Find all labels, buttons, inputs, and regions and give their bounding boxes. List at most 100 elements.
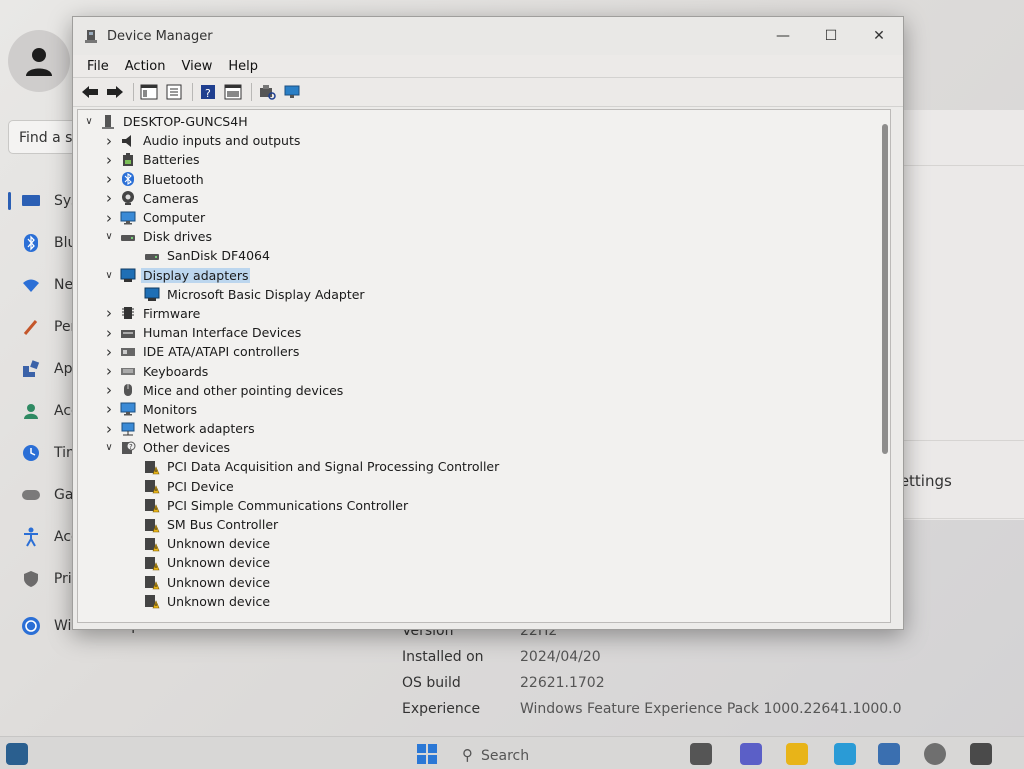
widgets-icon[interactable] bbox=[6, 743, 28, 765]
chevron-down-icon[interactable]: ∨ bbox=[102, 270, 116, 281]
mouse-icon bbox=[120, 382, 136, 398]
vertical-scrollbar[interactable] bbox=[882, 124, 888, 454]
bluetooth-icon bbox=[20, 232, 42, 254]
gaming-icon bbox=[20, 484, 42, 506]
tree-item[interactable]: › Human Interface Devices bbox=[78, 323, 878, 342]
tree-item[interactable]: PCI Data Acquisition and Signal Processi… bbox=[78, 457, 878, 476]
chevron-right-icon[interactable]: › bbox=[102, 209, 116, 227]
tree-item[interactable]: ∨ Display adapters bbox=[78, 266, 878, 285]
nav-item-accessibility[interactable]: Acc bbox=[0, 516, 80, 558]
menu-action[interactable]: Action bbox=[117, 59, 174, 74]
taskbar-search[interactable]: ⚲ Search bbox=[462, 743, 612, 767]
menu-view[interactable]: View bbox=[173, 59, 220, 74]
chevron-down-icon[interactable]: ∨ bbox=[102, 231, 116, 242]
properties-button[interactable] bbox=[163, 81, 185, 103]
tree-item[interactable]: › IDE ATA/ATAPI controllers bbox=[78, 342, 878, 361]
tree-item[interactable]: Unknown device bbox=[78, 573, 878, 592]
tree-item-label: Computer bbox=[143, 210, 206, 226]
chevron-right-icon[interactable]: › bbox=[102, 189, 116, 207]
nav-item-bluetooth[interactable]: Blu bbox=[0, 222, 80, 264]
start-icon[interactable] bbox=[416, 743, 438, 765]
tree-item[interactable]: › Mice and other pointing devices bbox=[78, 381, 878, 400]
nav-item-network[interactable]: Ne bbox=[0, 264, 80, 306]
tree-item[interactable]: PCI Device bbox=[78, 477, 878, 496]
show-hide-console-tree-button[interactable] bbox=[138, 81, 160, 103]
tree-item[interactable]: ∨ Disk drives bbox=[78, 227, 878, 246]
display-adapter-icon bbox=[144, 286, 160, 302]
tree-item-label: Firmware bbox=[143, 305, 201, 321]
tree-item[interactable]: › Monitors bbox=[78, 400, 878, 419]
tree-item[interactable]: Unknown device bbox=[78, 534, 878, 553]
store-icon[interactable] bbox=[878, 743, 900, 765]
chevron-right-icon[interactable]: › bbox=[102, 304, 116, 322]
forward-button[interactable] bbox=[104, 81, 126, 103]
toolbar: ? bbox=[73, 77, 903, 107]
tree-item[interactable]: ∨? Other devices bbox=[78, 438, 878, 457]
settings-gear-icon[interactable] bbox=[924, 743, 946, 765]
tree-item[interactable]: SM Bus Controller bbox=[78, 515, 878, 534]
help-button[interactable]: ? bbox=[197, 81, 219, 103]
scan-hardware-button[interactable] bbox=[256, 81, 278, 103]
tree-item[interactable]: PCI Simple Communications Controller bbox=[78, 496, 878, 515]
minimize-button[interactable]: — bbox=[759, 17, 807, 55]
chevron-right-icon[interactable]: › bbox=[102, 420, 116, 438]
disk-icon bbox=[144, 248, 160, 264]
title-bar[interactable]: Device Manager — ☐ ✕ bbox=[73, 17, 903, 55]
tree-item-label: PCI Simple Communications Controller bbox=[167, 497, 409, 513]
chevron-right-icon[interactable]: › bbox=[102, 170, 116, 188]
nav-item-gaming[interactable]: Ga bbox=[0, 474, 80, 516]
tree-item[interactable]: › Network adapters bbox=[78, 419, 878, 438]
tree-item[interactable]: ∨ DESKTOP-GUNCS4H bbox=[78, 112, 878, 131]
tree-item[interactable]: › Firmware bbox=[78, 304, 878, 323]
view-button[interactable] bbox=[222, 81, 244, 103]
close-button[interactable]: ✕ bbox=[855, 17, 903, 55]
tree-item[interactable]: › Bluetooth bbox=[78, 170, 878, 189]
chevron-right-icon[interactable]: › bbox=[102, 151, 116, 169]
tree-item[interactable]: › Audio inputs and outputs bbox=[78, 131, 878, 150]
tree-item[interactable]: › Cameras bbox=[78, 189, 878, 208]
task-view-icon[interactable] bbox=[690, 743, 712, 765]
tree-item-label: Disk drives bbox=[143, 229, 212, 245]
nav-item-time[interactable]: Tim bbox=[0, 432, 80, 474]
tree-item-label: PCI Device bbox=[167, 478, 234, 494]
svg-text:?: ? bbox=[129, 443, 133, 451]
chevron-right-icon[interactable]: › bbox=[102, 362, 116, 380]
nav-item-system[interactable]: Sys bbox=[0, 180, 80, 222]
nav-item-personalization[interactable]: Per bbox=[0, 306, 80, 348]
monitor-button[interactable] bbox=[281, 81, 303, 103]
back-button[interactable] bbox=[79, 81, 101, 103]
chevron-right-icon[interactable]: › bbox=[102, 343, 116, 361]
chevron-right-icon[interactable]: › bbox=[102, 400, 116, 418]
tree-item[interactable]: Microsoft Basic Display Adapter bbox=[78, 285, 878, 304]
tree-item-label: IDE ATA/ATAPI controllers bbox=[143, 344, 300, 360]
divider bbox=[890, 165, 1024, 166]
back-arrow-icon bbox=[82, 86, 98, 98]
chevron-down-icon[interactable]: ∨ bbox=[102, 442, 116, 453]
toolbar-separator bbox=[192, 83, 193, 101]
chevron-right-icon[interactable]: › bbox=[102, 381, 116, 399]
device-manager-icon bbox=[83, 28, 99, 44]
teams-icon[interactable] bbox=[740, 743, 762, 765]
menu-help[interactable]: Help bbox=[220, 59, 266, 74]
bluetooth-icon bbox=[120, 171, 136, 187]
tree-item[interactable]: › Computer bbox=[78, 208, 878, 227]
nav-item-apps[interactable]: Ap bbox=[0, 348, 80, 390]
chevron-right-icon[interactable]: › bbox=[102, 132, 116, 150]
file-explorer-icon[interactable] bbox=[786, 743, 808, 765]
tree-item[interactable]: › Batteries bbox=[78, 150, 878, 169]
tree-item[interactable]: Unknown device bbox=[78, 592, 878, 611]
chevron-right-icon[interactable]: › bbox=[102, 324, 116, 342]
tree-item[interactable]: SanDisk DF4064 bbox=[78, 246, 878, 265]
app-icon[interactable] bbox=[970, 743, 992, 765]
nav-item-privacy[interactable]: Priv bbox=[0, 558, 80, 600]
maximize-button[interactable]: ☐ bbox=[807, 17, 855, 55]
menu-file[interactable]: File bbox=[79, 59, 117, 74]
toolbar-separator bbox=[133, 83, 134, 101]
tree-item[interactable]: › Keyboards bbox=[78, 361, 878, 380]
nav-item-accounts[interactable]: Acc bbox=[0, 390, 80, 432]
user-avatar[interactable] bbox=[8, 30, 70, 92]
tree-item[interactable]: Unknown device bbox=[78, 553, 878, 572]
edge-icon[interactable] bbox=[834, 743, 856, 765]
tree-item-label: SM Bus Controller bbox=[167, 517, 279, 533]
chevron-down-icon[interactable]: ∨ bbox=[82, 116, 96, 127]
